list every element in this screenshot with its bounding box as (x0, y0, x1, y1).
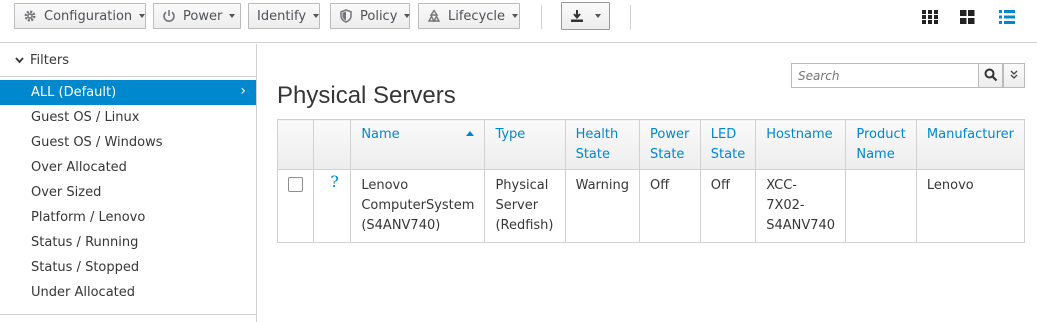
identify-button[interactable]: Identify (248, 3, 320, 29)
identify-label: Identify (257, 8, 307, 24)
filters-sidebar: Filters ALL (Default) › Guest OS / Linux… (0, 44, 257, 322)
filter-item-status-running[interactable]: Status / Running (0, 230, 256, 255)
filter-item-label: Status / Running (31, 235, 139, 250)
column-header-type[interactable]: Type (484, 119, 566, 170)
column-header-health-state[interactable]: Health State (564, 119, 641, 170)
double-chevron-down-icon (1010, 70, 1018, 82)
chevron-down-icon (512, 14, 519, 18)
filter-item-label: Status / Stopped (31, 260, 140, 275)
chevron-right-icon: › (240, 83, 246, 99)
filter-item-label: Under Allocated (31, 285, 136, 300)
search-input[interactable] (791, 63, 979, 88)
toolbar-divider (541, 5, 542, 29)
chevron-down-icon (404, 14, 411, 18)
chevron-down-icon (229, 14, 236, 18)
servers-table: Name Type Health State Power State LED S… (276, 119, 1026, 243)
row-icon-cell: ? (313, 169, 352, 243)
chevron-down-icon (595, 14, 601, 18)
list-view-icon[interactable] (999, 10, 1015, 24)
sidebar-divider (0, 314, 256, 322)
chevron-down-icon (313, 14, 320, 18)
cell-type: Physical Server (Redfish) (484, 169, 566, 243)
filter-item-label: Platform / Lenovo (31, 210, 146, 225)
column-header-label: Power State (650, 127, 690, 162)
lifecycle-label: Lifecycle (448, 8, 506, 24)
filter-item-over-allocated[interactable]: Over Allocated (0, 155, 256, 180)
filter-item-label: Guest OS / Windows (31, 135, 163, 150)
filters-heading: Filters (30, 52, 69, 68)
cell-manufacturer: Lenovo (915, 169, 1026, 243)
power-label: Power (183, 8, 223, 24)
column-header-power-state[interactable]: Power State (639, 119, 701, 170)
power-button[interactable]: Power (153, 3, 241, 29)
column-header-hostname[interactable]: Hostname (755, 119, 847, 170)
column-header-label: Hostname (766, 127, 833, 142)
filter-item-platform-lenovo[interactable]: Platform / Lenovo (0, 205, 256, 230)
cell-health-state: Warning (564, 169, 641, 243)
column-header-label: Product Name (856, 127, 906, 162)
policy-label: Policy (360, 8, 398, 24)
cell-led-state: Off (699, 169, 757, 243)
cell-product-name (845, 169, 917, 243)
recycle-icon (427, 9, 441, 23)
cell-name: Lenovo ComputerSystem (S4ANV740) (350, 169, 486, 243)
configuration-button[interactable]: Configuration (14, 3, 146, 29)
tile-view-icon[interactable] (960, 10, 975, 24)
sort-ascending-icon (466, 131, 475, 136)
grid-view-icon[interactable] (922, 10, 938, 24)
configuration-label: Configuration (44, 8, 133, 24)
cell-hostname: XCC-7X02-S4ANV740 (755, 169, 847, 243)
filter-item-guest-os-linux[interactable]: Guest OS / Linux (0, 105, 256, 130)
filter-item-label: Over Allocated (31, 160, 127, 175)
page-title: Physical Servers (277, 82, 456, 109)
search-icon (984, 68, 998, 86)
lifecycle-button[interactable]: Lifecycle (418, 3, 520, 29)
toolbar-divider (630, 5, 631, 29)
column-header-manufacturer[interactable]: Manufacturer (915, 119, 1026, 170)
gear-icon (23, 9, 37, 23)
filter-item-under-allocated[interactable]: Under Allocated (0, 280, 256, 305)
column-header-label: Name (361, 127, 400, 142)
download-icon (570, 9, 584, 23)
search-button[interactable] (978, 63, 1003, 88)
select-column-header (276, 119, 315, 170)
filter-item-guest-os-windows[interactable]: Guest OS / Windows (0, 130, 256, 155)
cell-power-state: Off (639, 169, 701, 243)
policy-button[interactable]: Policy (330, 3, 411, 29)
column-header-label: Type (495, 127, 526, 142)
table-row[interactable]: ? Lenovo ComputerSystem (S4ANV740) Physi… (276, 169, 1026, 243)
chevron-down-icon (15, 54, 24, 67)
filter-item-label: Over Sized (31, 185, 102, 200)
column-header-name[interactable]: Name (350, 119, 486, 170)
column-header-label: Manufacturer (926, 127, 1014, 142)
question-mark-icon: ? (330, 172, 339, 191)
filters-header[interactable]: Filters (0, 44, 256, 77)
icon-column-header (313, 119, 352, 170)
power-icon (162, 9, 176, 23)
filter-item-all-default[interactable]: ALL (Default) › (0, 80, 256, 105)
toolbar: Configuration Power Identify Policy Life… (0, 0, 1037, 43)
filter-item-label: ALL (Default) (31, 85, 117, 100)
chevron-down-icon (139, 14, 146, 18)
filter-item-label: Guest OS / Linux (31, 110, 140, 125)
column-header-label: Health State (575, 127, 619, 162)
shield-icon (339, 9, 353, 23)
row-select-cell (276, 169, 315, 243)
search-options-button[interactable] (1003, 63, 1025, 88)
column-header-product-name[interactable]: Product Name (845, 119, 917, 170)
filter-item-over-sized[interactable]: Over Sized (0, 180, 256, 205)
row-checkbox[interactable] (288, 177, 303, 192)
column-header-label: LED State (710, 127, 746, 162)
download-button[interactable] (561, 2, 610, 30)
filter-item-status-stopped[interactable]: Status / Stopped (0, 255, 256, 280)
column-header-led-state[interactable]: LED State (699, 119, 757, 170)
